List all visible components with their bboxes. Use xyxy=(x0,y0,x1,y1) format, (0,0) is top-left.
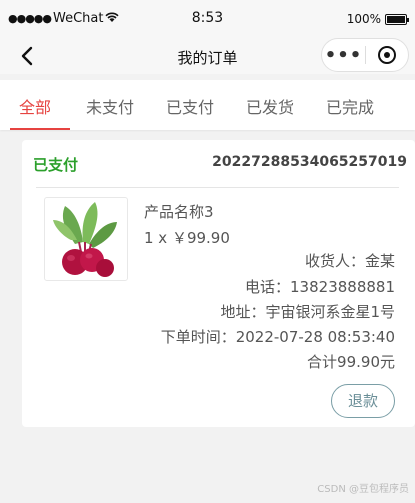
battery-icon xyxy=(385,13,409,25)
tab-all[interactable]: 全部 xyxy=(0,80,70,130)
tab-paid[interactable]: 已支付 xyxy=(150,80,230,130)
tab-unpaid[interactable]: 未支付 xyxy=(70,80,150,130)
phone: 电话：13823888881 xyxy=(245,278,395,296)
close-mini-program-icon[interactable] xyxy=(366,46,408,64)
status-badge: 已支付 xyxy=(33,156,79,174)
order-status-tabs: 全部 未支付 已支付 已发货 已完成 已 xyxy=(0,80,415,130)
navigation-bar: 我的订单 ••• xyxy=(0,38,415,74)
tab-overflow[interactable]: 已 xyxy=(390,80,415,130)
order-total: 合计99.90元 xyxy=(307,353,395,371)
product-image xyxy=(44,197,128,281)
battery-percent: 100% xyxy=(346,12,381,26)
battery-indicator: 100% xyxy=(346,12,409,26)
mini-program-capsule: ••• xyxy=(321,38,409,72)
status-bar: ●●●●● WeChat 8:53 100% xyxy=(0,0,415,38)
divider xyxy=(36,187,399,188)
tab-shipped[interactable]: 已发货 xyxy=(230,80,310,130)
order-number: 20227288534065257019 xyxy=(212,154,407,170)
order-time: 下单时间：2022-07-28 08:53:40 xyxy=(160,328,395,346)
order-card: 已支付 20227288534065257019 产品名称3 1 x ￥99.9… xyxy=(22,140,415,427)
recipient: 收货人：金某 xyxy=(304,252,395,270)
watermark: CSDN @豆包程序员 xyxy=(317,484,409,495)
tab-completed[interactable]: 已完成 xyxy=(310,80,390,130)
product-name: 产品名称3 xyxy=(144,203,214,221)
beetroot-icon xyxy=(53,202,117,277)
product-quantity-price: 1 x ￥99.90 xyxy=(144,229,230,247)
refund-button[interactable]: 退款 xyxy=(331,384,395,418)
more-dots-icon[interactable]: ••• xyxy=(322,45,365,66)
address: 地址：宇宙银河系金星1号 xyxy=(220,303,395,321)
